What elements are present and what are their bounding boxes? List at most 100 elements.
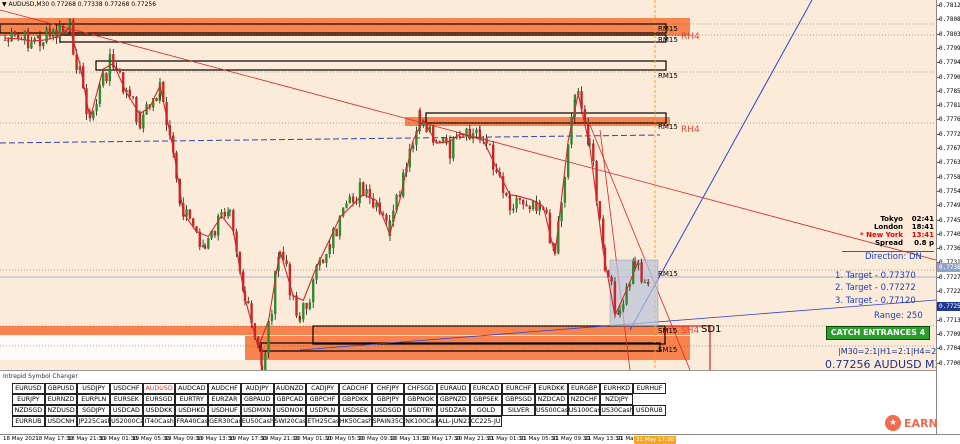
symbol-button-usdsgd[interactable]: USDSGD bbox=[371, 405, 405, 416]
price-tick-label: 0.77810 bbox=[939, 102, 960, 110]
symbol-button-eurgbp[interactable]: EURGBP bbox=[567, 383, 601, 394]
symbol-button-usdnok[interactable]: USDNOK bbox=[273, 405, 307, 416]
symbol-button-usdjpy[interactable]: USDJPY bbox=[77, 383, 111, 394]
symbol-button-us2000cash[interactable]: US2000Cash bbox=[110, 416, 143, 427]
symbol-button-all-jun21[interactable]: ALL-JUN21 bbox=[436, 416, 470, 427]
chart-canvas[interactable] bbox=[0, 0, 936, 370]
symbol-button-eurhkd[interactable]: EURHKD bbox=[600, 383, 634, 394]
symbol-button-nk100cash[interactable]: NK100Cash bbox=[404, 416, 437, 427]
target-1: 1. Target - 0.77370 bbox=[835, 271, 916, 281]
sh4-label: SH4 bbox=[681, 326, 700, 336]
symbol-button-it40cash[interactable]: IT40Cash bbox=[142, 416, 176, 427]
symbol-button-audjpy[interactable]: AUDJPY bbox=[240, 383, 274, 394]
symbol-button-gbpnzd[interactable]: GBPNZD bbox=[436, 394, 470, 405]
bear-candle bbox=[198, 231, 201, 248]
symbol-button-audcad[interactable]: AUDCAD bbox=[175, 383, 209, 394]
symbol-button-eurhuf[interactable]: EURHUF bbox=[633, 383, 666, 394]
symbol-button-nzdsgd[interactable]: NZDSGD bbox=[12, 405, 45, 416]
symbol-button-eursgd[interactable]: EURSGD bbox=[142, 394, 176, 405]
symbol-button-usdchf[interactable]: USDCHF bbox=[110, 383, 143, 394]
symbol-button-usdcnh[interactable]: USDCNH bbox=[44, 416, 78, 427]
symbol-button-gbpchf[interactable]: GBPCHF bbox=[306, 394, 339, 405]
symbol-button-eu50cash[interactable]: EU50Cash bbox=[240, 416, 274, 427]
symbol-button-gbpnok[interactable]: GBPNOK bbox=[404, 394, 437, 405]
symbol-button-us100cash[interactable]: US100Cash bbox=[567, 405, 601, 416]
symbol-button-usdcad[interactable]: USDCAD bbox=[110, 405, 143, 416]
symbol-button-audusd[interactable]: AUDUSD bbox=[142, 383, 176, 394]
symbol-button-nzdjpy[interactable]: NZDJPY bbox=[600, 394, 634, 405]
bear-candle bbox=[488, 143, 492, 145]
symbol-button-swi20cash[interactable]: SWI20Cash bbox=[273, 416, 307, 427]
symbol-button-hk50cash[interactable]: HK50Cash bbox=[338, 416, 372, 427]
bear-candle bbox=[155, 98, 158, 101]
symbol-button-ger30cash[interactable]: GER30Cash bbox=[208, 416, 241, 427]
symbol-button-us30cash[interactable]: US30Cash bbox=[600, 405, 634, 416]
symbol-button-eurnzd[interactable]: EURNZD bbox=[44, 394, 78, 405]
trend-line bbox=[0, 134, 661, 144]
time-axis[interactable]: 18 May 2021 18 May 17:30 18 May 21:30 19 Ma… bbox=[0, 434, 960, 444]
symbol-button-gbpcad[interactable]: GBPCAD bbox=[273, 394, 307, 405]
symbol-button-nzdcad[interactable]: NZDCAD bbox=[535, 394, 568, 405]
symbol-button-sgdjpy[interactable]: SGDJPY bbox=[77, 405, 111, 416]
bull-candle bbox=[622, 304, 625, 310]
symbol-button-eurusd[interactable]: EURUSD bbox=[12, 383, 45, 394]
bull-candle bbox=[298, 319, 302, 322]
symbol-button-silver[interactable]: SILVER bbox=[502, 405, 535, 416]
symbol-button-eurdkk[interactable]: EURDKK bbox=[535, 383, 568, 394]
symbol-button-eurzar[interactable]: EURZAR bbox=[208, 394, 241, 405]
empty-slot bbox=[502, 416, 535, 427]
symbol-button-usdmxn[interactable]: USDMXN bbox=[240, 405, 274, 416]
symbol-button-eurchf[interactable]: EURCHF bbox=[502, 383, 535, 394]
price-tick-label: 0.78035 bbox=[939, 30, 960, 38]
symbol-button-usdzar[interactable]: USDZAR bbox=[436, 405, 470, 416]
symbol-button-usdhkd[interactable]: USDHKD bbox=[175, 405, 209, 416]
rm15-label: RM15 bbox=[658, 72, 678, 80]
symbol-button-audnzd[interactable]: AUDNZD bbox=[273, 383, 307, 394]
price-chart[interactable]: ▼ AUDUSD,M30 0.77268 0.77338 0.77268 0.7… bbox=[0, 0, 936, 370]
symbol-button-eurjpy[interactable]: EURJPY bbox=[12, 394, 45, 405]
bull-candle bbox=[142, 114, 145, 129]
symbol-button-jp225cash[interactable]: JP225Cash bbox=[77, 416, 111, 427]
symbol-button-gold[interactable]: GOLD bbox=[469, 405, 503, 416]
symbol-button-usdsek[interactable]: USDSEK bbox=[338, 405, 372, 416]
symbol-button-usdpln[interactable]: USDPLN bbox=[306, 405, 339, 416]
symbol-button-usdhuf[interactable]: USDHUF bbox=[208, 405, 241, 416]
symbol-button-cadchf[interactable]: CADCHF bbox=[338, 383, 372, 394]
symbol-button-euraud[interactable]: EURAUD bbox=[436, 383, 470, 394]
range-label: Range: 250 bbox=[874, 311, 923, 321]
symbol-button-gbpjpy[interactable]: GBPJPY bbox=[371, 394, 405, 405]
symbol-button-gbpsgd[interactable]: GBPSGD bbox=[502, 394, 535, 405]
symbol-button-audchf[interactable]: AUDCHF bbox=[208, 383, 241, 394]
symbol-button-eurcad[interactable]: EURCAD bbox=[469, 383, 503, 394]
symbol-button-eth25cash[interactable]: ETH25Cash bbox=[306, 416, 339, 427]
symbol-button-chfjpy[interactable]: CHFJPY bbox=[371, 383, 405, 394]
symbol-button-eurtry[interactable]: EURTRY bbox=[175, 394, 209, 405]
price-tick-label: 0.78125 bbox=[939, 2, 960, 9]
bear-candle bbox=[508, 198, 512, 211]
session-row-tokyo: Tokyo 02:41 bbox=[842, 215, 934, 223]
rh4-label: RH4 bbox=[681, 125, 700, 135]
symbol-button-gbpdkk[interactable]: GBPDKK bbox=[338, 394, 372, 405]
symbol-button-nzdusd[interactable]: NZDUSD bbox=[44, 405, 78, 416]
price-axis[interactable]: 0.78125 0.78080 0.78035 0.77990 0.77945 0.779… bbox=[936, 0, 960, 434]
symbol-button-gbpaud[interactable]: GBPAUD bbox=[240, 394, 274, 405]
symbol-button-us500cash[interactable]: US500Cash bbox=[535, 405, 568, 416]
symbol-button-gbpusd[interactable]: GBPUSD bbox=[44, 383, 78, 394]
symbol-button-gbpsek[interactable]: GBPSEK bbox=[469, 394, 503, 405]
symbol-button-eurpln[interactable]: EURPLN bbox=[77, 394, 111, 405]
symbol-button-chfsgd[interactable]: CHFSGD bbox=[404, 383, 437, 394]
symbol-button-usdtry[interactable]: USDTRY bbox=[404, 405, 437, 416]
symbol-button-cc225-jun21[interactable]: CC225-JUN21 bbox=[469, 416, 503, 427]
bull-candle bbox=[226, 211, 230, 217]
symbol-button-usddkk[interactable]: USDDKK bbox=[142, 405, 176, 416]
symbol-button-spain35cash[interactable]: SPAIN35Cash bbox=[371, 416, 405, 427]
symbol-button-eursek[interactable]: EURSEK bbox=[110, 394, 143, 405]
bear-candle bbox=[351, 196, 355, 203]
symbol-button-eurrub[interactable]: EURRUB bbox=[12, 416, 45, 427]
symbol-button-usdrub[interactable]: USDRUB bbox=[633, 405, 666, 416]
symbol-button-fra40cash[interactable]: FRA40Cash bbox=[175, 416, 209, 427]
bull-candle bbox=[270, 314, 274, 321]
symbol-button-cadjpy[interactable]: CADJPY bbox=[306, 383, 339, 394]
symbol-button-nzdchf[interactable]: NZDCHF bbox=[567, 394, 601, 405]
level-box bbox=[95, 60, 667, 71]
